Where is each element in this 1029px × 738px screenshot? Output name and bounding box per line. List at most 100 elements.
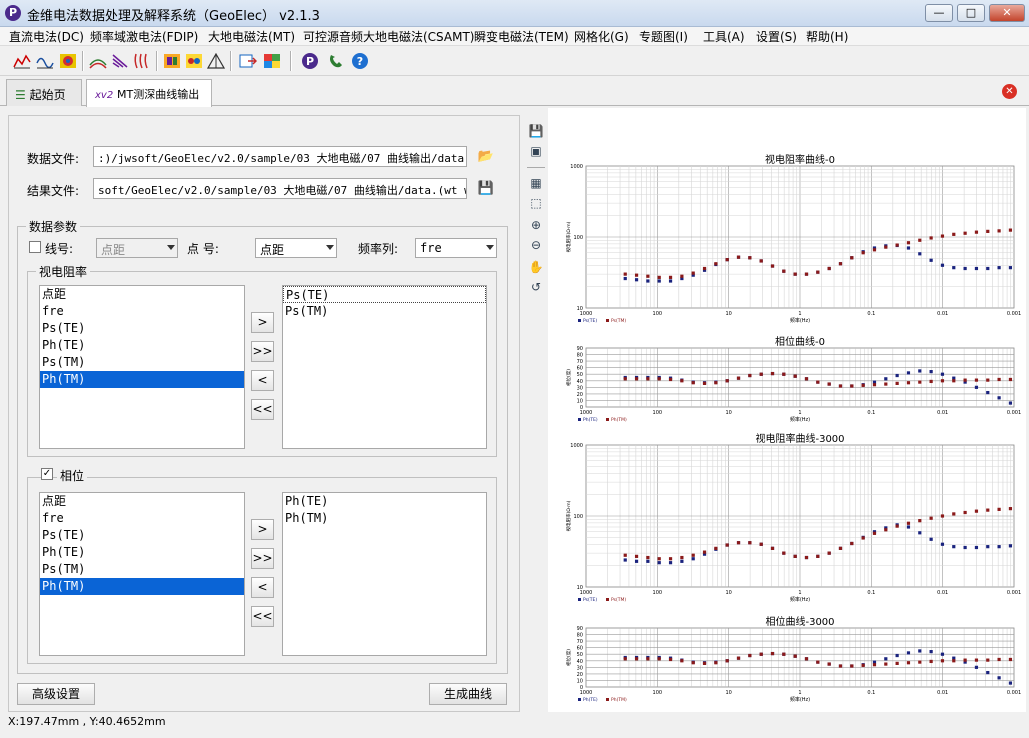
menu-grid[interactable]: 网格化(G) <box>574 28 629 45</box>
product-logo-icon[interactable]: P <box>300 51 320 71</box>
image-icon[interactable]: ▣ <box>528 143 544 159</box>
zoom-in-icon[interactable]: ⊕ <box>528 217 544 233</box>
move-right-button[interactable]: > <box>251 312 274 333</box>
move-right-button[interactable]: > <box>251 519 274 540</box>
data-point <box>736 255 741 259</box>
list-item[interactable]: Ps(TE) <box>40 527 244 544</box>
list-item-selected[interactable]: Ph(TM) <box>40 371 244 388</box>
list-item[interactable]: 点距 <box>40 493 244 510</box>
data-point <box>804 657 809 661</box>
plot-toolbar: 💾 ▣ ▦ ⬚ ⊕ ⊖ ✋ ↺ <box>523 115 548 712</box>
tab-start-page[interactable]: ☰ 起始页 <box>6 79 82 106</box>
close-tab-icon[interactable]: ✕ <box>1002 84 1017 99</box>
list-item[interactable]: fre <box>40 303 244 320</box>
move-all-left-button[interactable]: << <box>251 606 274 627</box>
menu-help[interactable]: 帮助(H) <box>806 28 848 45</box>
data-point <box>884 377 888 381</box>
phase-source-list[interactable]: 点距 fre Ps(TE) Ph(TE) Ps(TM) Ph(TM) <box>39 492 245 656</box>
menu-settings[interactable]: 设置(S) <box>756 28 797 45</box>
list-item[interactable]: Ps(TE) <box>40 320 244 337</box>
minimize-button[interactable]: — <box>925 4 953 22</box>
list-item[interactable]: Ph(TM) <box>283 510 486 527</box>
legend-marker <box>578 698 581 701</box>
move-all-right-button[interactable]: >> <box>251 341 274 362</box>
palette-icon[interactable] <box>262 51 282 71</box>
line-checkbox[interactable] <box>29 241 41 253</box>
help-icon[interactable]: ? <box>350 51 370 71</box>
move-left-button[interactable]: < <box>251 577 274 598</box>
menu-tools[interactable]: 工具(A) <box>703 28 745 45</box>
data-file-field[interactable]: :)/jwsoft/GeoElec/v2.0/sample/03 大地电磁/07… <box>93 146 467 167</box>
list-item[interactable]: Ps(TM) <box>40 354 244 371</box>
rho-source-list[interactable]: 点距 fre Ps(TE) Ph(TE) Ps(TM) Ph(TM) <box>39 285 245 449</box>
list-item[interactable]: Ph(TE) <box>40 337 244 354</box>
status-bar: X:197.47mm , Y:40.4652mm <box>0 712 1029 738</box>
menu-dc[interactable]: 直流电法(DC) <box>9 28 84 45</box>
menu-tem[interactable]: 瞬变电磁法(TEM) <box>474 28 569 45</box>
result-file-field[interactable]: soft/GeoElec/v2.0/sample/03 大地电磁/07 曲线输出… <box>93 178 467 199</box>
move-all-right-button[interactable]: >> <box>251 548 274 569</box>
export-icon[interactable] <box>238 51 258 71</box>
save-image-icon[interactable]: 💾 <box>528 123 544 139</box>
generate-curves-button[interactable]: 生成曲线 <box>429 683 507 705</box>
line-select[interactable]: 点距 <box>96 238 178 258</box>
menu-thematic[interactable]: 专题图(I) <box>639 28 688 45</box>
data-point <box>929 516 933 520</box>
main-toolbar: P ? <box>0 46 1029 76</box>
wave-chart-icon[interactable] <box>35 51 55 71</box>
y-axis-label: 相位(度) <box>565 649 572 666</box>
close-button[interactable]: ✕ <box>989 4 1025 22</box>
list-item-selected[interactable]: Ph(TM) <box>40 578 244 595</box>
legend-label: Ph(TE) <box>583 697 598 703</box>
point-select[interactable]: 点距 <box>255 238 337 258</box>
zoom-box-icon[interactable]: ⬚ <box>528 195 544 211</box>
data-point <box>850 256 854 260</box>
move-left-button[interactable]: < <box>251 370 274 391</box>
x-tick-label: 100 <box>653 410 663 416</box>
rho-selected-list[interactable]: Ps(TE) Ps(TM) <box>282 285 487 449</box>
list-item[interactable]: Ph(TE) <box>40 544 244 561</box>
line-chart-icon[interactable] <box>12 51 32 71</box>
data-point <box>929 537 933 541</box>
save-icon[interactable]: 💾 <box>477 181 495 197</box>
menu-mt[interactable]: 大地电磁法(MT) <box>208 28 295 45</box>
open-folder-icon[interactable]: 📂 <box>477 149 495 165</box>
data-point <box>974 230 979 234</box>
data-point <box>782 551 786 555</box>
data-point <box>918 531 922 535</box>
menu-csamt[interactable]: 可控源音频大地电磁法(CSAMT) <box>303 28 474 45</box>
data-point <box>895 661 899 665</box>
menu-fdip[interactable]: 频率域激电法(FDIP) <box>90 28 198 45</box>
curves-icon[interactable] <box>132 51 152 71</box>
phase-selected-list[interactable]: Ph(TE) Ph(TM) <box>282 492 487 656</box>
section-icon[interactable] <box>88 51 108 71</box>
list-item[interactable]: Ps(TM) <box>283 303 486 320</box>
list-item[interactable]: Ps(TM) <box>40 561 244 578</box>
data-point <box>668 377 673 382</box>
data-point <box>759 652 763 656</box>
advanced-settings-button[interactable]: 高级设置 <box>17 683 95 705</box>
data-point <box>736 541 741 545</box>
freq-select[interactable]: fre <box>415 238 497 258</box>
reset-icon[interactable]: ↺ <box>528 279 544 295</box>
maximize-button[interactable]: □ <box>957 4 985 22</box>
list-item[interactable]: Ph(TE) <box>283 493 486 510</box>
list-item[interactable]: fre <box>40 510 244 527</box>
tab-mt-curve-output[interactable]: xv2 MT测深曲线输出 <box>86 79 212 107</box>
pan-hand-icon[interactable]: ✋ <box>528 259 544 275</box>
svg-text:P: P <box>306 55 314 68</box>
list-item[interactable]: 点距 <box>40 286 244 303</box>
triangle-icon[interactable] <box>206 51 226 71</box>
phone-icon[interactable] <box>326 51 346 71</box>
phase-checkbox[interactable]: ✓ <box>41 468 53 480</box>
pseudo-section-icon[interactable] <box>110 51 130 71</box>
contour-map-icon[interactable] <box>58 51 78 71</box>
layer-map-icon[interactable] <box>184 51 204 71</box>
layers-icon: ☰ <box>15 88 26 102</box>
move-all-left-button[interactable]: << <box>251 399 274 420</box>
zoom-out-icon[interactable]: ⊖ <box>528 237 544 253</box>
list-item[interactable]: Ps(TE) <box>283 286 486 303</box>
fit-icon[interactable]: ▦ <box>528 175 544 191</box>
color-map-icon[interactable] <box>162 51 182 71</box>
data-point <box>838 262 843 266</box>
